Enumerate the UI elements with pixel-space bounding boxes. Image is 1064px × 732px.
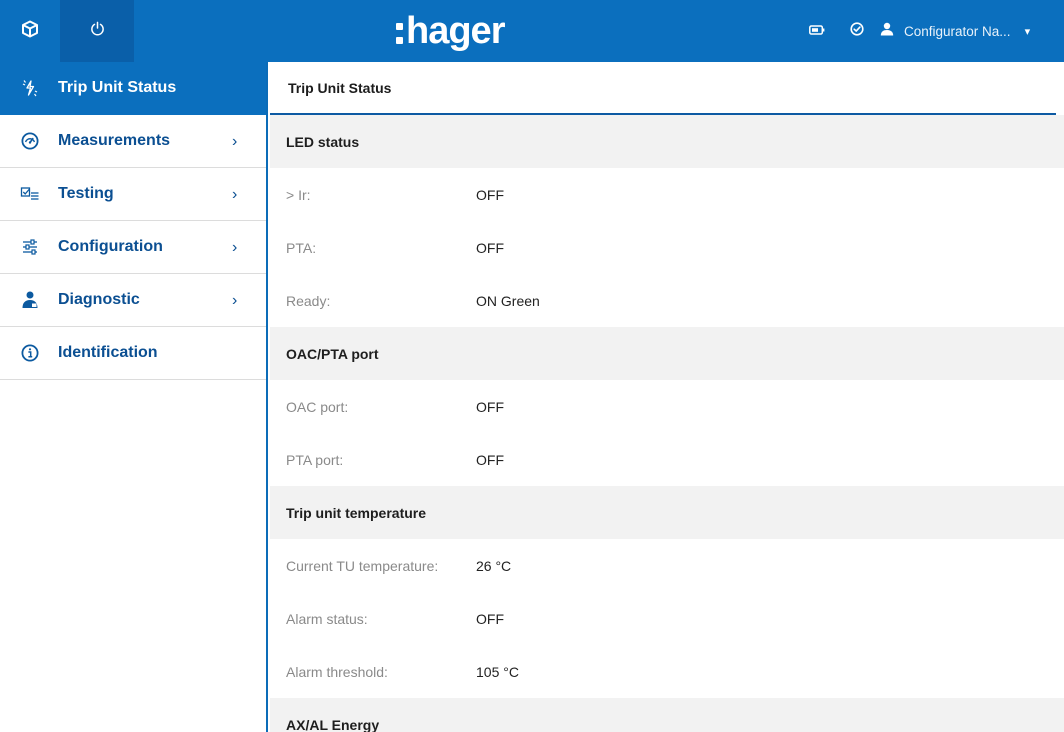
battery-button[interactable]: [802, 16, 832, 46]
status-row: > Ir: OFF: [270, 168, 1064, 221]
sidebar: Trip Unit Status Measurements › Testing …: [0, 62, 268, 732]
status-label: Ready:: [286, 292, 331, 309]
info-icon: [18, 341, 42, 365]
status-value: OFF: [476, 186, 504, 203]
sidebar-item-measurements[interactable]: Measurements ›: [0, 115, 266, 168]
status-value: ON Green: [476, 292, 540, 309]
status-label: Alarm status:: [286, 610, 368, 627]
status-button[interactable]: [842, 16, 872, 46]
status-value: OFF: [476, 239, 504, 256]
chevron-down-icon: ▾: [1024, 25, 1031, 38]
top-bar: hager Configurator Na... ▾: [0, 0, 1064, 62]
status-value: OFF: [476, 398, 504, 415]
status-row: OAC port: OFF: [270, 380, 1064, 433]
sliders-icon: [18, 235, 42, 259]
sidebar-item-configuration[interactable]: Configuration ›: [0, 221, 266, 274]
user-icon: [880, 22, 894, 41]
technician-icon: [18, 288, 42, 312]
power-button[interactable]: [60, 0, 134, 62]
section-header-trip-unit-temperature: Trip unit temperature: [270, 486, 1064, 539]
chevron-right-icon: ›: [232, 185, 238, 203]
trip-status-icon: [18, 76, 42, 100]
section-header-ax-al-energy: AX/AL Energy: [270, 698, 1064, 732]
status-value: 105 °C: [476, 663, 519, 680]
header-actions: Configurator Na... ▾: [802, 0, 1030, 62]
power-icon: [90, 21, 105, 41]
battery-icon: [809, 22, 825, 40]
status-row: PTA: OFF: [270, 221, 1064, 274]
gauge-icon: [18, 129, 42, 153]
sidebar-item-testing[interactable]: Testing ›: [0, 168, 266, 221]
status-row: PTA port: OFF: [270, 433, 1064, 486]
status-row: Alarm threshold: 105 °C: [270, 645, 1064, 698]
page-title: Trip Unit Status: [270, 62, 1056, 115]
sidebar-item-identification[interactable]: Identification: [0, 327, 266, 380]
status-label: PTA:: [286, 239, 317, 256]
status-label: OAC port:: [286, 398, 349, 415]
status-label: Alarm threshold:: [286, 663, 388, 680]
sidebar-item-label: Identification: [58, 344, 158, 361]
sidebar-item-label: Measurements: [58, 132, 171, 149]
sidebar-item-diagnostic[interactable]: Diagnostic ›: [0, 274, 266, 327]
status-row: Alarm status: OFF: [270, 592, 1064, 645]
status-label: PTA port:: [286, 451, 344, 468]
chevron-right-icon: ›: [232, 238, 238, 256]
check-circle-icon: [850, 21, 864, 41]
cube-icon: [21, 20, 39, 43]
chevron-right-icon: ›: [232, 132, 238, 150]
logo-text: hager: [406, 9, 505, 52]
checklist-icon: [18, 182, 42, 206]
status-value: OFF: [476, 610, 504, 627]
sidebar-item-trip-unit-status[interactable]: Trip Unit Status: [0, 62, 266, 115]
sidebar-item-label: Testing: [58, 185, 114, 202]
hager-logo: hager: [396, 6, 505, 56]
user-menu[interactable]: Configurator Na... ▾: [880, 22, 1030, 41]
status-value: OFF: [476, 451, 504, 468]
status-value: 26 °C: [476, 557, 512, 574]
status-label: > Ir:: [286, 186, 311, 203]
section-header-oac-pta-port: OAC/PTA port: [270, 327, 1064, 380]
section-header-led-status: LED status: [270, 115, 1064, 168]
chevron-right-icon: ›: [232, 291, 238, 309]
status-row: Ready: ON Green: [270, 274, 1064, 327]
sidebar-item-label: Configuration: [58, 238, 163, 255]
sidebar-item-label: Diagnostic: [58, 291, 140, 308]
logo-dots: [396, 16, 403, 46]
main-content: Trip Unit Status LED status > Ir: OFF PT…: [270, 62, 1064, 732]
user-name: Configurator Na...: [904, 23, 1011, 39]
status-label: Current TU temperature:: [286, 557, 439, 574]
sidebar-item-label: Trip Unit Status: [58, 79, 177, 96]
cube-button[interactable]: [0, 0, 60, 62]
status-row: Current TU temperature: 26 °C: [270, 539, 1064, 592]
